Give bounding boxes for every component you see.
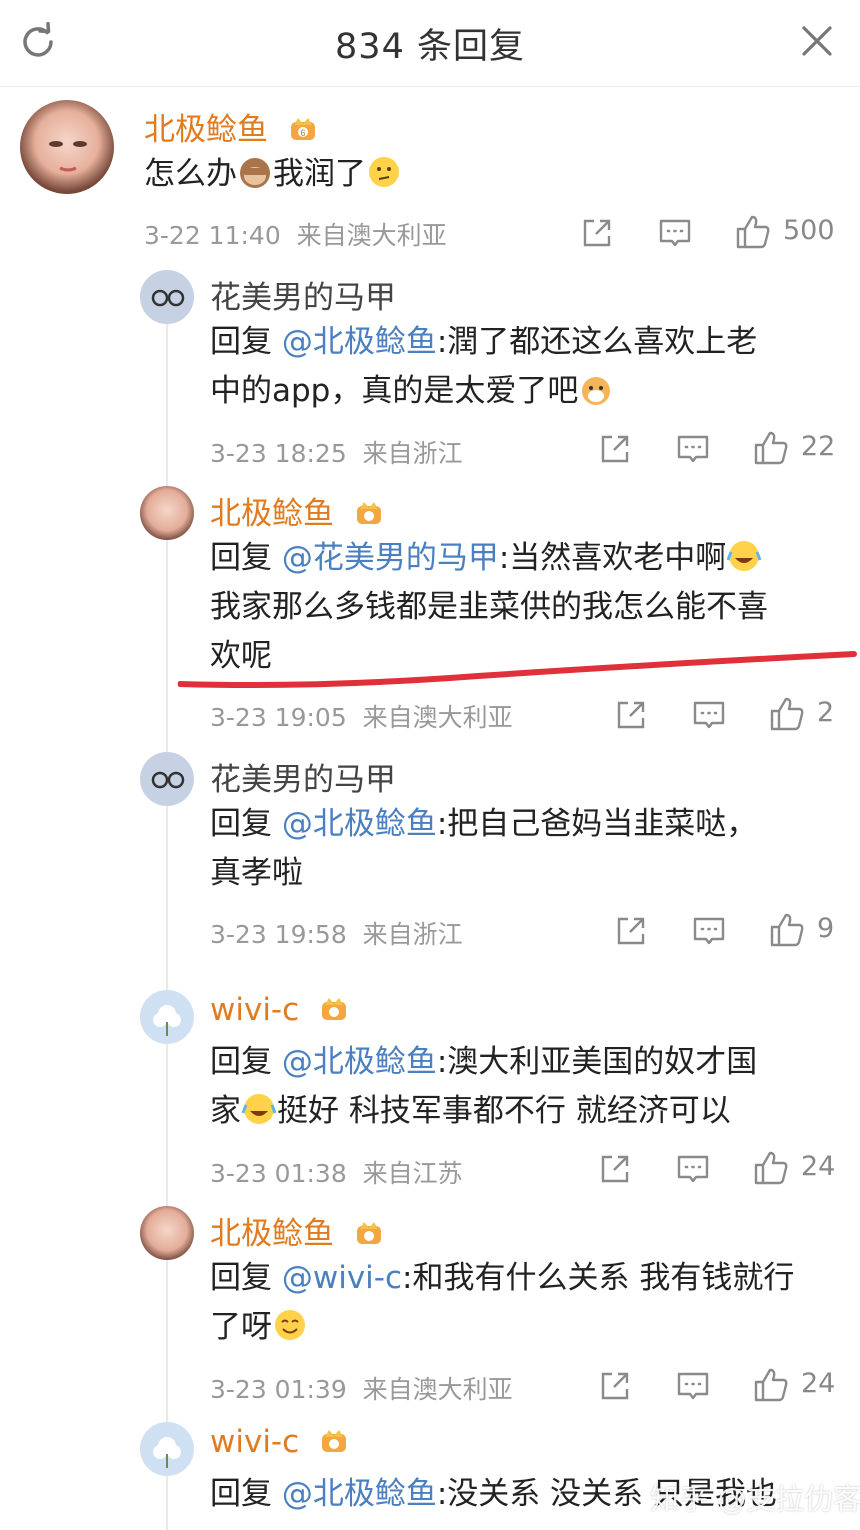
like-icon[interactable] (769, 696, 805, 732)
reply-username[interactable]: 北极鲶鱼 (210, 488, 384, 533)
like-count: 9 (817, 913, 835, 944)
mention-link[interactable]: @北极鲶鱼 (282, 1476, 437, 1512)
like-icon[interactable] (769, 912, 805, 948)
smiling-face-emoji-icon (275, 1310, 305, 1340)
mention-link[interactable]: @北极鲶鱼 (282, 324, 437, 360)
like-icon[interactable] (753, 1150, 789, 1186)
comment-icon[interactable] (692, 914, 726, 948)
crown-icon (356, 502, 381, 524)
comment-icon[interactable] (676, 1369, 710, 1403)
like-icon[interactable] (753, 1367, 789, 1403)
laughing-crying-emoji-icon (241, 1094, 277, 1124)
reply-meta: 3-23 19:58 来自浙江 (210, 920, 463, 949)
comment-username[interactable]: 北极鲶鱼 6 (144, 104, 318, 149)
reply-meta: 3-23 19:05 来自澳大利亚 (210, 703, 513, 732)
comment-icon[interactable] (676, 432, 710, 466)
comment-icon[interactable] (676, 1152, 710, 1186)
share-icon[interactable] (614, 698, 648, 732)
avatar[interactable] (140, 1206, 194, 1260)
mention-link[interactable]: @花美男的马甲 (282, 540, 499, 576)
share-icon[interactable] (598, 1152, 632, 1186)
reply-meta: 3-23 01:38 来自江苏 (210, 1159, 463, 1188)
reply-text: 回复 @北极鲶鱼:潤了都还这么喜欢上老 中的app，真的是太爱了吧 (210, 324, 758, 409)
page-title: 834 条回复 (335, 27, 525, 67)
avatar[interactable] (140, 1422, 194, 1476)
mention-link[interactable]: @北极鲶鱼 (282, 806, 437, 842)
comment-icon[interactable] (692, 698, 726, 732)
share-icon[interactable] (614, 914, 648, 948)
crown-icon (322, 1430, 347, 1452)
reply-username[interactable]: 北极鲶鱼 (210, 1208, 384, 1253)
reply-text: 回复 @wivi-c:和我有什么关系 我有钱就行 了呀 (210, 1260, 795, 1345)
laughing-crying-emoji-icon (726, 541, 762, 571)
avatar[interactable] (140, 270, 194, 324)
close-icon[interactable] (800, 24, 834, 58)
mention-link[interactable]: @wivi-c (282, 1260, 402, 1296)
share-icon[interactable] (598, 432, 632, 466)
dog-face-emoji-icon (582, 377, 611, 405)
comment-meta: 3-22 11:40 来自澳大利亚 (144, 221, 447, 250)
comment-text: 怎么办 我润了 (144, 150, 402, 199)
share-icon[interactable] (598, 1369, 632, 1403)
red-underline-annotation (178, 651, 857, 688)
reply-username[interactable]: 花美男的马甲 (210, 272, 396, 317)
crown-icon: 6 (290, 118, 315, 140)
reply-username[interactable]: 花美男的马甲 (210, 754, 396, 799)
like-icon[interactable] (735, 214, 771, 250)
watermark: 知乎 @支拉仂客 (650, 1482, 860, 1516)
crown-icon (322, 998, 347, 1020)
reply-text: 回复 @北极鲶鱼:把自己爸妈当韭菜哒， 真孝啦 (210, 806, 758, 891)
like-count: 500 (783, 215, 835, 246)
like-count: 24 (801, 1368, 836, 1399)
like-count: 2 (817, 697, 835, 728)
like-icon[interactable] (753, 430, 789, 466)
reply-meta: 3-23 18:25 来自浙江 (210, 439, 463, 468)
comment-icon[interactable] (658, 216, 692, 250)
share-icon[interactable] (580, 216, 614, 250)
reply-username[interactable]: wivi-c (210, 1424, 349, 1460)
like-count: 22 (801, 431, 836, 462)
crown-icon (356, 1222, 381, 1244)
mention-link[interactable]: @北极鲶鱼 (282, 1044, 437, 1080)
reply-meta: 3-23 01:39 来自澳大利亚 (210, 1375, 513, 1404)
avatar[interactable] (140, 752, 194, 806)
avatar[interactable] (140, 990, 194, 1044)
svg-text:6: 6 (300, 128, 305, 138)
avatar[interactable] (140, 486, 194, 540)
monkey-see-no-evil-emoji-icon (240, 158, 270, 188)
like-count: 24 (801, 1151, 836, 1182)
avatar[interactable] (20, 100, 114, 194)
reply-text: 回复 @北极鲶鱼:澳大利亚美国的奴才国 家挺好 科技军事都不行 就经济可以 (210, 1044, 758, 1129)
reply-username[interactable]: wivi-c (210, 992, 349, 1028)
thread-connector-line (166, 290, 168, 1530)
thinking-face-emoji-icon (369, 157, 399, 187)
header-bar: 834 条回复 (0, 0, 860, 87)
